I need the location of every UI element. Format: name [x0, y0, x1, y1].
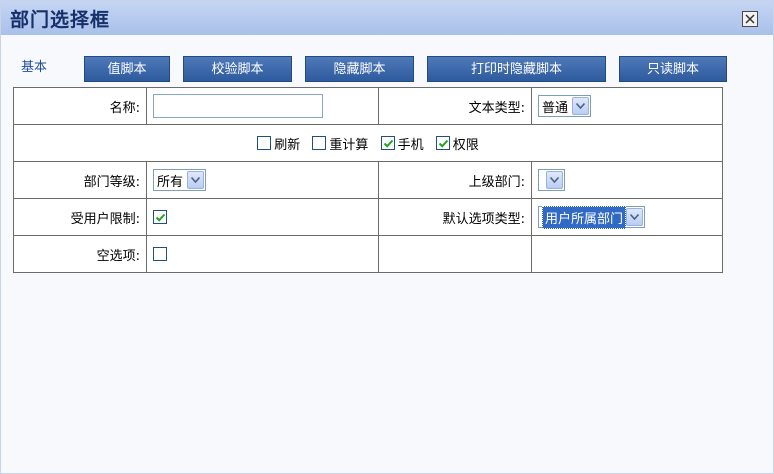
mobile-label: 手机 — [397, 137, 424, 153]
dialog-window: 部门选择框 基本 值脚本 校验脚本 隐藏脚本 打印时隐藏脚本 只读脚本 名称: … — [0, 0, 774, 474]
tab-readonly-script[interactable]: 只读脚本 — [619, 56, 727, 82]
close-button[interactable] — [742, 11, 758, 27]
row-empty-option: 空选项: — [13, 235, 723, 273]
chevron-down-icon[interactable] — [572, 97, 590, 115]
default-option-select[interactable]: 用户所属部门 — [538, 205, 646, 229]
refresh-checkbox[interactable] — [257, 136, 272, 150]
empty-option-label: 空选项: — [13, 235, 147, 273]
empty-option-checkbox[interactable] — [153, 247, 167, 261]
permission-label: 权限 — [452, 137, 479, 153]
name-label: 名称: — [13, 87, 147, 125]
recalculate-checkbox[interactable] — [312, 136, 327, 150]
tab-value-script[interactable]: 值脚本 — [84, 56, 170, 82]
parent-dept-select[interactable] — [538, 169, 565, 191]
tab-print-hide-script[interactable]: 打印时隐藏脚本 — [427, 56, 606, 82]
parent-dept-label: 上级部门: — [378, 161, 532, 199]
text-type-select[interactable]: 普通 — [538, 95, 592, 117]
dept-level-select[interactable]: 所有 — [153, 169, 207, 191]
checkmark-icon — [383, 139, 393, 148]
chevron-down-icon[interactable] — [187, 171, 205, 189]
default-option-label: 默认选项类型: — [378, 198, 532, 236]
text-type-value: 普通 — [542, 100, 569, 116]
recalculate-label: 重计算 — [329, 137, 369, 153]
user-limit-checkbox[interactable] — [153, 210, 167, 224]
checkmark-icon — [155, 213, 166, 222]
checkbox-recalculate[interactable]: 重计算 — [312, 134, 368, 153]
checkbox-refresh[interactable]: 刷新 — [257, 134, 300, 153]
dept-level-label: 部门等级: — [13, 161, 147, 199]
default-option-value: 用户所属部门 — [542, 205, 627, 229]
checkbox-mobile[interactable]: 手机 — [380, 134, 424, 153]
row-user-limit: 受用户限制: 默认选项类型: 用户所属部门 — [13, 198, 723, 236]
row-dept: 部门等级: 所有 上级部门: — [13, 161, 723, 199]
user-limit-label: 受用户限制: — [13, 198, 147, 236]
tab-validate-script[interactable]: 校验脚本 — [183, 56, 292, 82]
chevron-down-icon[interactable] — [626, 208, 644, 226]
checkbox-permission[interactable]: 权限 — [435, 134, 479, 153]
mobile-checkbox[interactable] — [380, 136, 395, 150]
checkmark-icon — [438, 139, 448, 148]
row-options: 刷新 重计算 手机 权限 — [13, 124, 723, 162]
text-type-label: 文本类型: — [378, 87, 532, 125]
chevron-down-icon[interactable] — [546, 171, 563, 189]
dept-level-value: 所有 — [157, 174, 184, 190]
refresh-label: 刷新 — [274, 137, 301, 153]
permission-checkbox[interactable] — [435, 136, 450, 150]
name-input[interactable] — [153, 94, 323, 118]
row-name: 名称: 文本类型: 普通 — [13, 87, 723, 125]
properties-form: 名称: 文本类型: 普通 刷新 重计算 手机 权限 部门等级: 所有 上级部门:… — [13, 87, 723, 273]
tab-hide-script[interactable]: 隐藏脚本 — [305, 56, 414, 82]
tab-basic[interactable]: 基本 — [12, 56, 56, 82]
dialog-title: 部门选择框 — [10, 9, 111, 31]
close-icon — [745, 14, 755, 24]
title-bar: 部门选择框 — [1, 1, 773, 35]
